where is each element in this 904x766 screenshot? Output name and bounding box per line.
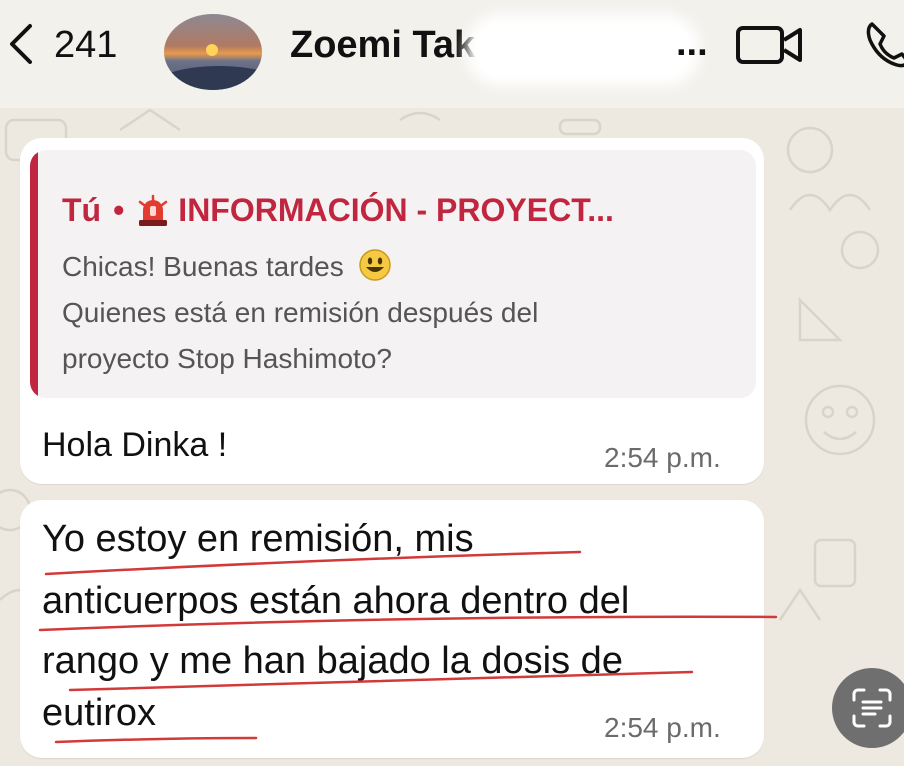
- text-scan-icon: [852, 688, 892, 728]
- quoted-sender: Tú: [62, 192, 102, 228]
- phone-call-icon[interactable]: [862, 18, 904, 68]
- smiley-emoji-icon: [358, 249, 391, 281]
- siren-icon: [139, 194, 168, 226]
- message-line: Yo estoy en remisión, mis: [42, 518, 474, 560]
- avatar[interactable]: [164, 14, 262, 90]
- back-arrow-icon[interactable]: [4, 22, 44, 66]
- message-timestamp: 2:54 p.m.: [604, 442, 721, 473]
- name-ellipsis: ...: [676, 22, 708, 64]
- redaction-blur: [476, 24, 690, 76]
- live-text-scan-button[interactable]: [832, 668, 904, 748]
- contact-name[interactable]: Zoemi Tak: [290, 24, 475, 67]
- message-line: anticuerpos están ahora dentro del: [42, 580, 630, 622]
- quoted-line: Chicas! Buenas tardes: [62, 248, 392, 284]
- quoted-line: proyecto Stop Hashimoto?: [62, 343, 392, 374]
- quoted-header: Tú • INFORMACIÓN - PROYECT...: [62, 192, 614, 229]
- message-bubble[interactable]: Yo estoy en remisión, mis anticuerpos es…: [20, 500, 764, 758]
- message-text: Hola Dinka !: [42, 426, 228, 464]
- message-timestamp: 2:54 p.m.: [604, 712, 721, 743]
- message-bubble[interactable]: Tú • INFORMACIÓN - PROYECT... Chicas! Bu…: [20, 138, 764, 484]
- quoted-separator: •: [113, 192, 125, 228]
- quote-accent-bar: [30, 150, 38, 398]
- quoted-line: Quienes está en remisión después del: [62, 297, 539, 328]
- message-line: rango y me han bajado la dosis de: [42, 640, 623, 682]
- message-line: eutirox: [42, 692, 157, 734]
- quoted-title: INFORMACIÓN - PROYECT...: [178, 192, 614, 228]
- unread-count[interactable]: 241: [54, 24, 117, 67]
- chat-header: 241 Zoemi Tak ...: [0, 0, 904, 108]
- video-call-icon[interactable]: [734, 24, 806, 66]
- quoted-message[interactable]: Tú • INFORMACIÓN - PROYECT... Chicas! Bu…: [30, 150, 756, 398]
